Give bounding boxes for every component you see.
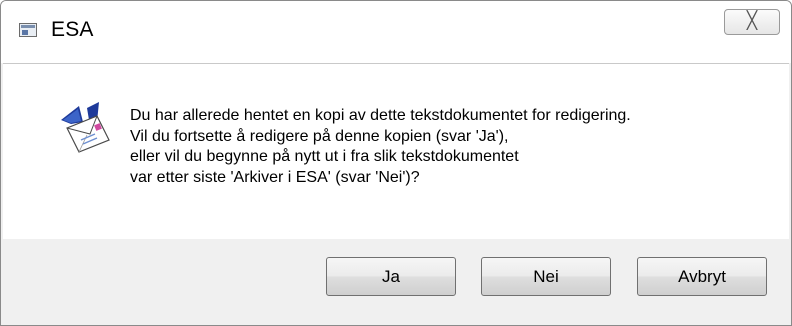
message-area: Du har allerede hentet en kopi av dette … <box>3 63 789 239</box>
window-title: ESA <box>51 18 94 41</box>
title-bar[interactable]: ESA ╳ <box>1 1 791 63</box>
no-button[interactable]: Nei <box>481 257 611 296</box>
yes-button[interactable]: Ja <box>326 257 456 296</box>
message-line: eller vil du begynne på nytt ut i fra sl… <box>130 148 519 165</box>
message-line: var etter siste 'Arkiver i ESA' (svar 'N… <box>130 168 420 186</box>
message-line: Vil du fortsette å redigere på denne kop… <box>130 127 509 145</box>
message-text: Du har allerede hentet en kopi av dette … <box>130 106 780 188</box>
cancel-button[interactable]: Avbryt <box>637 257 767 296</box>
dialog-window: ESA ╳ Du har allerede hentet en kopi av … <box>0 0 792 326</box>
envelope-question-icon <box>61 102 110 153</box>
close-icon: ╳ <box>746 11 758 31</box>
app-window-icon <box>19 23 37 37</box>
message-line: Du har allerede hentet en kopi av dette … <box>130 107 631 124</box>
close-button[interactable]: ╳ <box>724 9 780 35</box>
